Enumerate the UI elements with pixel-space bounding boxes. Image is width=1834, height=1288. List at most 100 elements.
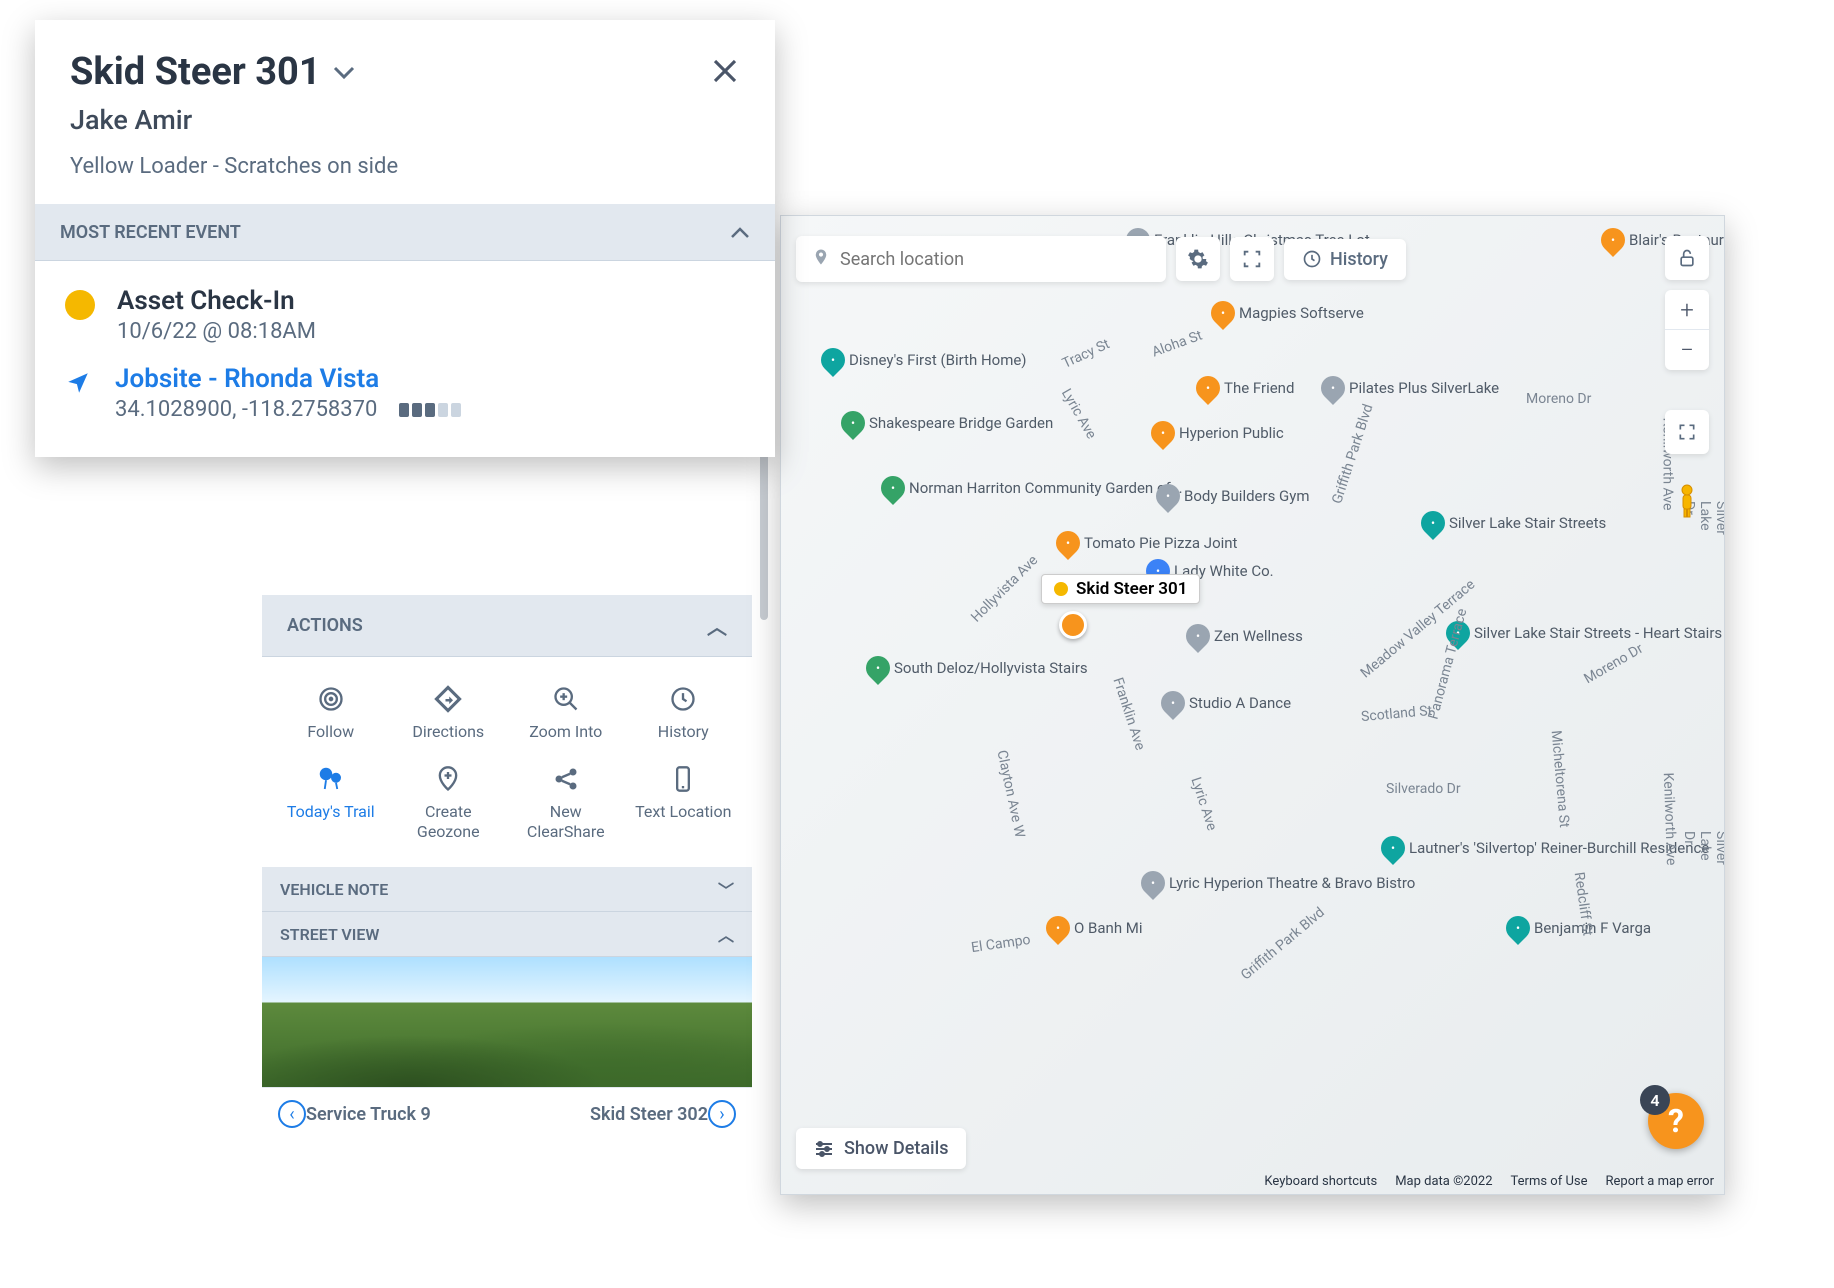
prev-asset-label: Service Truck 9 bbox=[306, 1104, 431, 1125]
poi-label: Norman Harriton Community Garden of... bbox=[909, 479, 1183, 497]
recenter-button[interactable] bbox=[1230, 237, 1274, 281]
poi-label: The Friend bbox=[1224, 379, 1294, 397]
map-poi[interactable]: •Lyric Hyperion Theatre & Bravo Bistro bbox=[1141, 871, 1415, 895]
map-poi[interactable]: •Studio A Dance bbox=[1161, 691, 1291, 715]
map-poi[interactable]: •Zen Wellness bbox=[1186, 624, 1303, 648]
map[interactable]: •Franklin Hills Christmas Tree Lot•Blair… bbox=[780, 215, 1725, 1195]
poi-label: Disney's First (Birth Home) bbox=[849, 351, 1027, 369]
poi-label: O Banh Mi bbox=[1074, 919, 1143, 937]
recent-event-section-header[interactable]: MOST RECENT EVENT bbox=[35, 204, 775, 261]
chevron-down-icon: ﹀ bbox=[718, 877, 734, 901]
street-view-image[interactable] bbox=[262, 957, 752, 1087]
action-new-clearshare[interactable]: New ClearShare bbox=[517, 762, 615, 842]
map-poi[interactable]: •Shakespeare Bridge Garden bbox=[841, 411, 1053, 435]
settings-button[interactable] bbox=[1176, 237, 1220, 281]
vehicle-note-label: VEHICLE NOTE bbox=[280, 880, 388, 899]
map-poi[interactable]: •Hyperion Public bbox=[1151, 421, 1284, 445]
fullscreen-button[interactable] bbox=[1665, 410, 1709, 454]
next-asset-label: Skid Steer 302 bbox=[590, 1104, 708, 1125]
map-poi[interactable]: •Magpies Softserve bbox=[1211, 301, 1364, 325]
action-zoom-into[interactable]: Zoom Into bbox=[517, 682, 615, 742]
asset-dropdown-toggle[interactable] bbox=[333, 57, 355, 87]
zoom-in-button[interactable]: + bbox=[1665, 290, 1709, 330]
event-location-link[interactable]: Jobsite - Rhonda Vista bbox=[115, 364, 461, 394]
poi-label: Tomato Pie Pizza Joint bbox=[1084, 534, 1237, 552]
action-label: Directions bbox=[412, 722, 484, 742]
asset-map-marker[interactable] bbox=[1059, 611, 1087, 639]
show-details-button[interactable]: Show Details bbox=[796, 1128, 966, 1169]
road-label: Moreno Dr bbox=[1526, 391, 1591, 407]
asset-marker-label[interactable]: Skid Steer 301 bbox=[1041, 574, 1200, 604]
poi-label: Body Builders Gym bbox=[1184, 487, 1310, 505]
asset-detail-card: Skid Steer 301 Jake Amir Yellow Loader -… bbox=[35, 20, 775, 457]
history-button-label: History bbox=[1330, 249, 1388, 270]
zoom-out-button[interactable]: − bbox=[1665, 330, 1709, 370]
clock-icon bbox=[669, 682, 697, 716]
close-button[interactable] bbox=[710, 55, 740, 95]
map-attribution: Keyboard shortcuts Map data ©2022 Terms … bbox=[1264, 1174, 1714, 1189]
pin-plus-icon bbox=[434, 762, 462, 796]
map-poi[interactable]: •The Friend bbox=[1196, 376, 1294, 400]
help-badge: 4 bbox=[1640, 1085, 1670, 1115]
diamond-icon bbox=[433, 682, 463, 716]
action-create-geozone[interactable]: Create Geozone bbox=[400, 762, 498, 842]
action-label: Today's Trail bbox=[287, 802, 375, 822]
action-history[interactable]: History bbox=[635, 682, 733, 742]
keyboard-shortcuts-link[interactable]: Keyboard shortcuts bbox=[1264, 1174, 1377, 1189]
road-label: Silverado Dr bbox=[1386, 781, 1461, 797]
poi-label: Lyric Hyperion Theatre & Bravo Bistro bbox=[1169, 874, 1415, 892]
map-poi[interactable]: •O Banh Mi bbox=[1046, 916, 1143, 940]
event-status-dot bbox=[65, 290, 95, 320]
event-coordinates: 34.1028900, -118.2758370 bbox=[115, 397, 377, 422]
map-poi[interactable]: •Norman Harriton Community Garden of... bbox=[881, 476, 1183, 500]
recent-event-section-label: MOST RECENT EVENT bbox=[60, 222, 241, 243]
lock-button[interactable] bbox=[1665, 236, 1709, 280]
share-icon bbox=[552, 762, 580, 796]
marker-label-text: Skid Steer 301 bbox=[1076, 579, 1187, 599]
road-label: Kenilworth Ave bbox=[1660, 772, 1679, 865]
asset-nav-footer: ‹ Service Truck 9 Skid Steer 302 › bbox=[262, 1087, 752, 1140]
action-label: History bbox=[658, 722, 709, 742]
history-button[interactable]: History bbox=[1284, 239, 1406, 280]
action-text-location[interactable]: Text Location bbox=[635, 762, 733, 842]
map-poi[interactable]: •Lautner's 'Silvertop' Reiner-Burchill R… bbox=[1381, 836, 1709, 860]
pegman[interactable] bbox=[1665, 479, 1709, 523]
poi-label: Shakespeare Bridge Garden bbox=[869, 414, 1053, 432]
prev-asset-button[interactable]: ‹ bbox=[278, 1100, 306, 1128]
help-button[interactable]: ? 4 bbox=[1648, 1093, 1704, 1149]
phone-icon bbox=[669, 762, 697, 796]
poi-label: Silver Lake Stair Streets bbox=[1449, 514, 1606, 532]
action-label: New ClearShare bbox=[517, 802, 615, 842]
next-asset-button[interactable]: › bbox=[708, 1100, 736, 1128]
map-poi[interactable]: •Tomato Pie Pizza Joint bbox=[1056, 531, 1237, 555]
zoom-controls: + − bbox=[1665, 290, 1709, 370]
map-poi[interactable]: •Silver Lake Stair Streets - Heart Stair… bbox=[1446, 621, 1722, 645]
street-view-label: STREET VIEW bbox=[280, 925, 379, 944]
action-label: Create Geozone bbox=[400, 802, 498, 842]
map-poi[interactable]: •Disney's First (Birth Home) bbox=[821, 348, 1027, 372]
zoom-icon bbox=[552, 682, 580, 716]
terms-link[interactable]: Terms of Use bbox=[1511, 1174, 1588, 1189]
navigation-icon bbox=[65, 370, 93, 398]
action-directions[interactable]: Directions bbox=[400, 682, 498, 742]
map-poi[interactable]: •Pilates Plus SilverLake bbox=[1321, 376, 1499, 400]
action-follow[interactable]: Follow bbox=[282, 682, 380, 742]
vehicle-note-section-header[interactable]: VEHICLE NOTE ﹀ bbox=[262, 867, 752, 912]
target-icon bbox=[317, 682, 345, 716]
map-poi[interactable]: •South Deloz/Hollyvista Stairs bbox=[866, 656, 1088, 680]
map-poi[interactable]: •Silver Lake Stair Streets bbox=[1421, 511, 1606, 535]
search-input[interactable] bbox=[840, 249, 1150, 270]
street-view-section-header[interactable]: STREET VIEW ︿ bbox=[262, 912, 752, 957]
actions-section-header[interactable]: ACTIONS ︿ bbox=[262, 595, 752, 657]
poi-label: Zen Wellness bbox=[1214, 627, 1303, 645]
report-error-link[interactable]: Report a map error bbox=[1605, 1174, 1714, 1189]
action-label: Zoom Into bbox=[529, 722, 602, 742]
balloons-icon bbox=[316, 762, 346, 796]
map-poi[interactable]: •Body Builders Gym bbox=[1156, 484, 1310, 508]
action-todays-trail[interactable]: Today's Trail bbox=[282, 762, 380, 842]
location-pin-icon bbox=[812, 246, 830, 272]
asset-owner: Jake Amir bbox=[70, 104, 740, 136]
poi-label: Studio A Dance bbox=[1189, 694, 1291, 712]
event-title: Asset Check-In bbox=[117, 286, 316, 316]
show-details-label: Show Details bbox=[844, 1138, 948, 1159]
